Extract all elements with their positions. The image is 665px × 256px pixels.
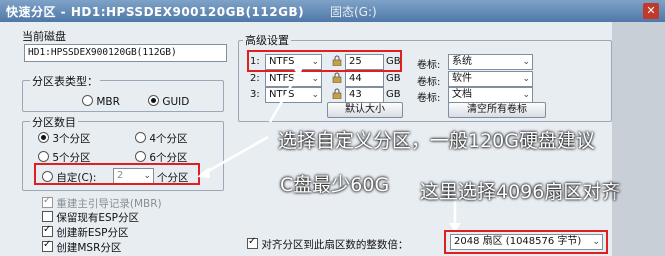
arrow-line-custom: [202, 135, 269, 176]
checkbox-align-label: 对齐分区到此扇区数的整数倍：: [261, 239, 409, 251]
arrow-head-custom: [197, 167, 210, 178]
annotation-box-align: [444, 230, 608, 254]
checkbox-align[interactable]: 对齐分区到此扇区数的整数倍：: [247, 236, 409, 252]
arrow-line-size: [268, 69, 302, 123]
checkbox-box-icon: [247, 236, 258, 249]
annotation-line-3: 这里选择4096扇区对齐: [420, 181, 621, 203]
arrow-head-size: [294, 63, 304, 76]
right-edge-shadow: [612, 22, 665, 256]
annotation-line-2: C盘最少60G: [280, 174, 390, 196]
annotation-line-1: 选择自定义分区，一般120G硬盘建议: [278, 130, 595, 152]
